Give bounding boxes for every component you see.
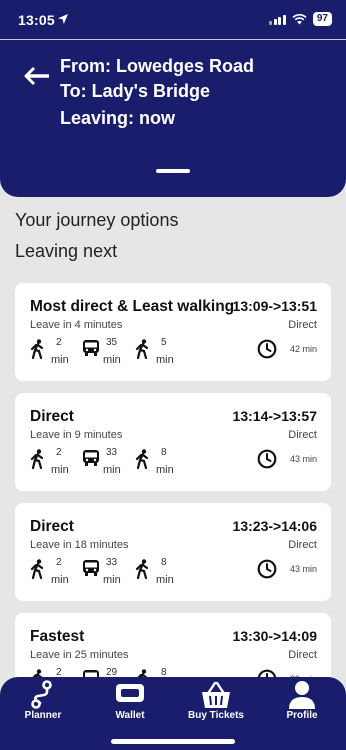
journey-duration: 43 min bbox=[257, 559, 317, 579]
walk-segment: 2 min bbox=[30, 555, 76, 587]
status-icons: 97 bbox=[269, 12, 332, 26]
bus-icon bbox=[83, 450, 99, 466]
profile-icon bbox=[289, 681, 315, 709]
journey-leave-in: Leave in 25 minutes bbox=[30, 649, 129, 661]
minutes-unit: min bbox=[51, 574, 69, 586]
bus-minutes: 33 bbox=[106, 447, 118, 458]
journey-title: Fastest bbox=[30, 628, 85, 645]
status-time: 13:05 bbox=[18, 12, 55, 28]
battery-icon: 97 bbox=[312, 12, 332, 26]
basket-icon bbox=[202, 681, 230, 708]
nav-buy-tickets[interactable]: Buy Tickets bbox=[181, 677, 251, 725]
journey-title: Direct bbox=[30, 518, 74, 535]
section-subtitle: Leaving next bbox=[15, 241, 118, 261]
drag-handle[interactable] bbox=[156, 169, 190, 173]
clock-icon bbox=[257, 559, 277, 579]
nav-profile[interactable]: Profile bbox=[267, 677, 337, 725]
journey-leave-in: Leave in 9 minutes bbox=[30, 429, 123, 441]
walk-segment: 8 min bbox=[135, 555, 181, 587]
back-arrow-icon[interactable] bbox=[24, 66, 50, 86]
nav-wallet[interactable]: Wallet bbox=[95, 677, 165, 725]
journey-duration: 43 min bbox=[257, 449, 317, 469]
nav-planner-label: Planner bbox=[24, 710, 62, 721]
journey-times: 13:14->13:57 bbox=[232, 408, 317, 424]
bus-segment: 35 min bbox=[82, 335, 128, 367]
minutes-unit: min bbox=[156, 464, 174, 476]
walk-minutes: 5 bbox=[161, 337, 167, 348]
duration-text: 42 min bbox=[289, 344, 317, 354]
walk-segment: 2 min bbox=[30, 335, 76, 367]
clock-icon bbox=[257, 339, 277, 359]
bus-segment: 33 min bbox=[82, 555, 128, 587]
walk-minutes: 2 bbox=[56, 337, 62, 348]
nav-profile-label: Profile bbox=[286, 710, 318, 721]
from-location: From: Lowedges Road bbox=[60, 56, 255, 76]
journey-type: Direct bbox=[288, 539, 317, 551]
journey-title: Direct bbox=[30, 408, 74, 425]
journey-leave-in: Leave in 18 minutes bbox=[30, 539, 129, 551]
walk-icon bbox=[30, 339, 44, 359]
to-location: To: Lady's Bridge bbox=[60, 81, 210, 101]
walk-minutes: 2 bbox=[56, 447, 62, 458]
journey-card[interactable]: Direct 13:23->14:06 Leave in 18 minutes Dir… bbox=[15, 503, 331, 601]
nav-buy-tickets-label: Buy Tickets bbox=[188, 710, 244, 721]
walk-segment: 5 min bbox=[135, 335, 181, 367]
journey-times: 13:23->14:06 bbox=[232, 518, 317, 534]
duration-text: 43 min bbox=[289, 454, 317, 464]
journey-leave-in: Leave in 4 minutes bbox=[30, 319, 123, 331]
journey-card[interactable]: Direct 13:14->13:57 Leave in 9 minutes Dire… bbox=[15, 393, 331, 491]
clock-icon bbox=[257, 449, 277, 469]
walk-minutes: 2 bbox=[56, 557, 62, 568]
minutes-unit: min bbox=[51, 464, 69, 476]
minutes-unit: min bbox=[103, 354, 121, 366]
bus-minutes: 33 bbox=[106, 557, 118, 568]
bus-minutes: 35 bbox=[106, 337, 118, 348]
walk-minutes: 8 bbox=[161, 557, 167, 568]
header: 13:05 97 From: Lowedges Road To: Lady's … bbox=[0, 0, 346, 197]
walk-icon bbox=[135, 559, 149, 579]
walk-minutes: 8 bbox=[161, 447, 167, 458]
wifi-icon bbox=[292, 13, 307, 24]
wallet-icon bbox=[116, 684, 144, 702]
status-bar: 13:05 97 bbox=[0, 0, 346, 40]
minutes-unit: min bbox=[156, 354, 174, 366]
minutes-unit: min bbox=[156, 574, 174, 586]
journey-card[interactable]: Most direct & Least walking 13:09->13:51 L… bbox=[15, 283, 331, 381]
walk-icon bbox=[135, 449, 149, 469]
walk-icon bbox=[30, 449, 44, 469]
home-indicator[interactable] bbox=[111, 739, 235, 744]
signal-icon bbox=[269, 14, 286, 25]
nav-wallet-label: Wallet bbox=[115, 710, 145, 721]
minutes-unit: min bbox=[103, 574, 121, 586]
duration-text: 43 min bbox=[289, 564, 317, 574]
journey-times: 13:30->14:09 bbox=[232, 628, 317, 644]
nav-planner[interactable]: Planner bbox=[8, 677, 78, 725]
walk-segment: 8 min bbox=[135, 445, 181, 477]
journey-title: Most direct & Least walking bbox=[30, 298, 235, 315]
journey-type: Direct bbox=[288, 429, 317, 441]
minutes-unit: min bbox=[103, 464, 121, 476]
journey-times: 13:09->13:51 bbox=[232, 298, 317, 314]
bus-icon bbox=[83, 560, 99, 576]
location-arrow-icon bbox=[58, 14, 68, 24]
minutes-unit: min bbox=[51, 354, 69, 366]
planner-icon bbox=[31, 680, 52, 709]
leaving-time: Leaving: now bbox=[60, 108, 176, 128]
bus-icon bbox=[83, 340, 99, 356]
walk-icon bbox=[30, 559, 44, 579]
bus-segment: 33 min bbox=[82, 445, 128, 477]
journey-type: Direct bbox=[288, 319, 317, 331]
walk-segment: 2 min bbox=[30, 445, 76, 477]
journey-duration: 42 min bbox=[257, 339, 317, 359]
section-title: Your journey options bbox=[15, 210, 179, 230]
walk-icon bbox=[135, 339, 149, 359]
journey-type: Direct bbox=[288, 649, 317, 661]
